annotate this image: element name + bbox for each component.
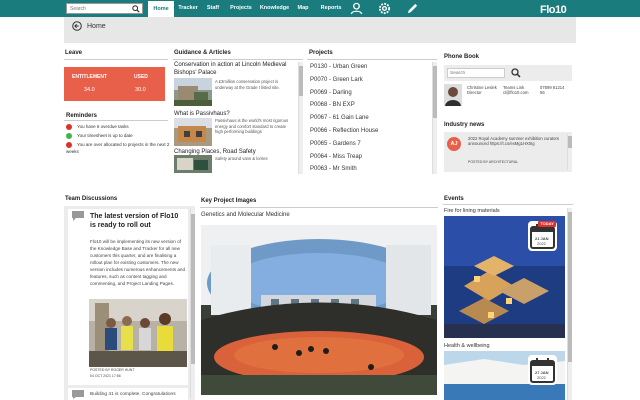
entitlement-label: ENTITLEMENT bbox=[72, 74, 107, 80]
breadcrumb: Home bbox=[64, 17, 576, 43]
search-icon[interactable] bbox=[511, 68, 521, 78]
contact-ext: 56 bbox=[540, 90, 545, 95]
nav-map[interactable]: Map bbox=[295, 0, 311, 17]
phonebook-search bbox=[444, 65, 572, 81]
nav-knowledge[interactable]: Knowledge bbox=[258, 0, 291, 17]
guidance-divider bbox=[173, 59, 303, 60]
pencil-icon[interactable] bbox=[406, 2, 419, 15]
article-thumbnail[interactable] bbox=[174, 155, 212, 173]
discussion-photo[interactable] bbox=[89, 299, 187, 367]
project-item[interactable]: P0069 - Darling bbox=[310, 90, 352, 96]
contact-email[interactable]: cl@flo10.com bbox=[503, 90, 528, 95]
article-desc: Passivhaus is the world's most rigorous … bbox=[215, 118, 289, 134]
key-project-image[interactable] bbox=[201, 225, 437, 395]
article-title[interactable]: Conservation in action at Lincoln Mediev… bbox=[174, 62, 294, 77]
reminder-text: Your timesheet is up to date bbox=[77, 133, 133, 138]
scrollbar-thumb[interactable] bbox=[299, 66, 303, 96]
breadcrumb-home[interactable]: Home bbox=[87, 23, 106, 30]
scrollbar-thumb[interactable] bbox=[568, 212, 572, 362]
search-icon[interactable] bbox=[132, 5, 140, 13]
nav-home[interactable]: Home bbox=[148, 0, 174, 17]
discussion-heading[interactable]: The latest version of Flo10 is ready to … bbox=[90, 212, 185, 230]
leave-title: Leave bbox=[65, 50, 83, 56]
projects-scrollbar[interactable] bbox=[432, 62, 437, 174]
today-badge: TODAY bbox=[538, 221, 556, 227]
leave-divider bbox=[64, 59, 168, 60]
news-avatar: AJ bbox=[447, 137, 461, 151]
gear-icon[interactable] bbox=[378, 2, 391, 15]
reminder-text: You are over allocated to projects in th… bbox=[66, 142, 170, 154]
project-item[interactable]: P0130 - Urban Green bbox=[310, 64, 367, 70]
scrollbar-thumb[interactable] bbox=[191, 214, 195, 364]
flo10-logo: Flo10 bbox=[540, 4, 567, 16]
reminders-divider bbox=[64, 120, 168, 121]
event-year: 2022 bbox=[537, 241, 546, 246]
phonebook-title: Phone Book bbox=[444, 54, 480, 60]
nav-tracker[interactable]: Tracker bbox=[176, 0, 200, 17]
news-title: Industry news bbox=[444, 122, 485, 128]
reminders-title: Reminders bbox=[66, 113, 98, 119]
contact-role: Director bbox=[467, 90, 482, 95]
article-desc: A £3million conservation project is unde… bbox=[215, 79, 280, 90]
key-project-subtitle: Genetics and Molecular Medicine bbox=[201, 212, 290, 218]
project-item[interactable]: P0070 - Green Lark bbox=[310, 77, 363, 83]
red-status-dot bbox=[66, 142, 72, 148]
reminder-item[interactable]: Your timesheet is up to date bbox=[66, 132, 170, 139]
event-year: 2022 bbox=[537, 375, 546, 380]
red-status-dot bbox=[66, 123, 72, 130]
project-item[interactable]: P0067 - 61 Gain Lane bbox=[310, 115, 369, 121]
event-label[interactable]: Fire for lining materials bbox=[444, 208, 500, 214]
used-label: USED bbox=[134, 74, 148, 80]
nav-reports[interactable]: Reports bbox=[318, 0, 344, 17]
team-discussions-title: Team Discussions bbox=[65, 196, 118, 202]
news-meta: POSTED BY ARCHITECTURAL bbox=[468, 160, 519, 164]
entitlement-value: 34.0 bbox=[84, 87, 95, 93]
scrollbar-thumb[interactable] bbox=[568, 136, 572, 148]
discussion-preview[interactable]: Building 41 is complete. Congratulations bbox=[90, 392, 188, 397]
projects-divider bbox=[307, 59, 437, 60]
reminder-item[interactable]: You have 6 overdue tasks bbox=[66, 123, 170, 130]
project-item[interactable]: P0065 - Gardens 7 bbox=[310, 141, 361, 147]
events-divider bbox=[443, 204, 573, 205]
phonebook-search-input[interactable] bbox=[447, 68, 505, 78]
global-search[interactable] bbox=[66, 3, 143, 14]
guidance-title: Guidance & Articles bbox=[174, 50, 231, 56]
news-scrollbar[interactable] bbox=[567, 134, 572, 170]
back-arrow-icon[interactable] bbox=[72, 21, 82, 31]
projects-title: Projects bbox=[309, 50, 333, 56]
discussion-body: Flo10 will be implementing its new versi… bbox=[90, 239, 185, 286]
comment-icon bbox=[72, 390, 84, 399]
discussion-author: POSTED BY ROGER HUNT bbox=[90, 368, 135, 372]
discussion-scrollbar[interactable] bbox=[190, 208, 195, 398]
key-project-title: Key Project Images bbox=[201, 198, 257, 204]
guidance-scrollbar[interactable] bbox=[298, 62, 303, 174]
news-text[interactable]: 2022 Royal Academy summer exhibition cur… bbox=[468, 136, 563, 146]
nav-projects[interactable]: Projects bbox=[228, 0, 254, 17]
discussion-date: 04 OCT 2021 17:56 bbox=[90, 374, 121, 378]
events-scrollbar[interactable] bbox=[567, 208, 572, 400]
project-item[interactable]: P0063 - Mr Smith bbox=[310, 166, 357, 172]
event-label[interactable]: Health & wellbeing bbox=[444, 343, 490, 349]
comment-icon bbox=[72, 211, 84, 221]
scrollbar-thumb[interactable] bbox=[433, 66, 437, 118]
used-value: 30.0 bbox=[135, 87, 146, 93]
contact-photo[interactable] bbox=[444, 84, 462, 106]
leave-summary: ENTITLEMENT USED 34.0 30.0 bbox=[64, 67, 165, 101]
nav-staff[interactable]: Staff bbox=[203, 0, 223, 17]
reminder-text: You have 6 overdue tasks bbox=[77, 124, 129, 129]
project-item[interactable]: P0064 - Miss Treap bbox=[310, 154, 362, 160]
green-status-dot bbox=[66, 132, 72, 139]
events-title: Events bbox=[444, 196, 464, 202]
article-desc: Safety around vans & lorries bbox=[215, 156, 268, 161]
article-thumbnail[interactable] bbox=[174, 78, 212, 106]
global-search-input[interactable] bbox=[67, 4, 129, 13]
user-icon[interactable] bbox=[350, 2, 363, 15]
project-item[interactable]: P0068 - BN EXP bbox=[310, 102, 355, 108]
reminder-item[interactable]: You are over allocated to projects in th… bbox=[66, 141, 170, 155]
project-item[interactable]: P0066 - Reflection House bbox=[310, 128, 378, 134]
top-nav: Home Tracker Staff Projects Knowledge Ma… bbox=[0, 0, 640, 17]
key-project-divider bbox=[200, 207, 438, 208]
article-thumbnail[interactable] bbox=[174, 118, 212, 146]
